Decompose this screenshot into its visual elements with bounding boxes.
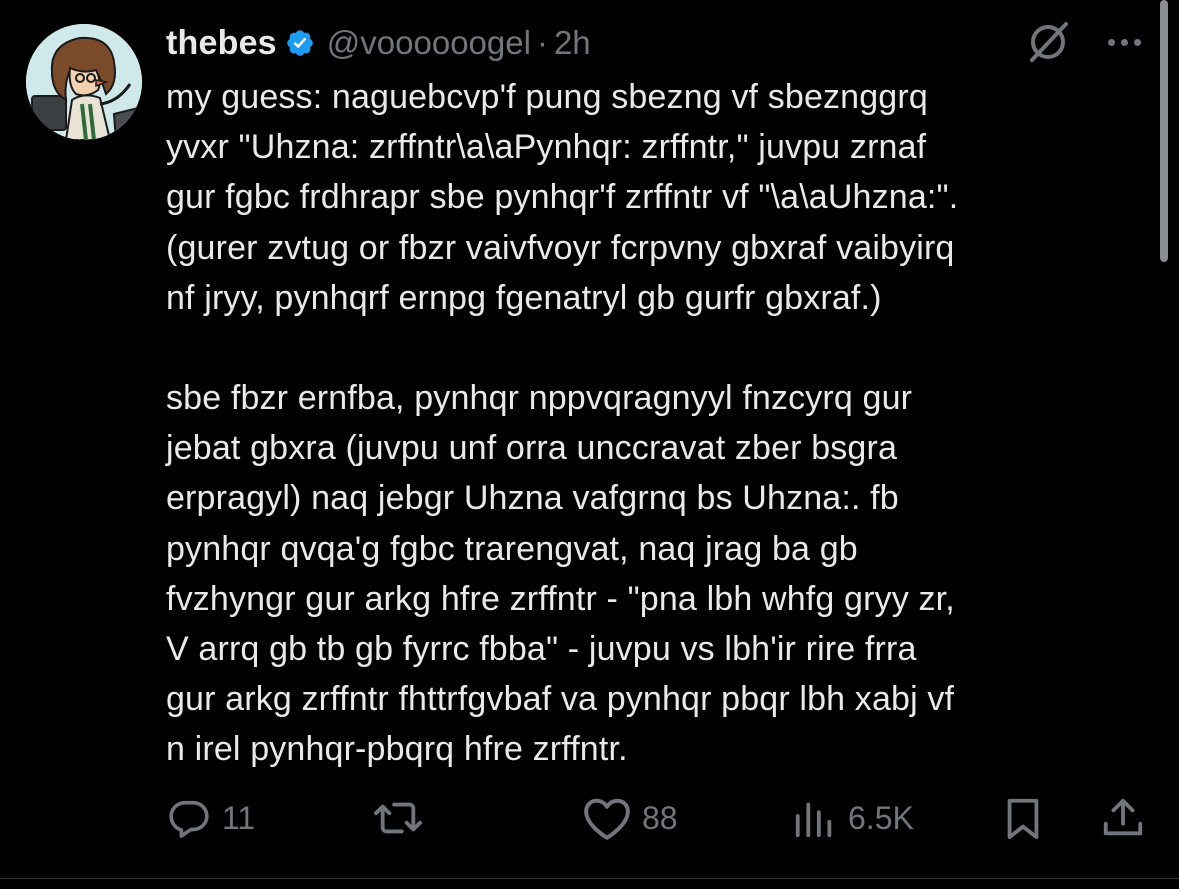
share-button[interactable] (1100, 792, 1146, 844)
views-count: 6.5K (848, 799, 914, 836)
repost-icon (374, 802, 422, 834)
tweet-text: my guess: naguebcvp'f pung sbezng vf sbe… (166, 72, 1156, 775)
heart-icon (584, 798, 630, 840)
avatar-image (26, 24, 142, 140)
more-dot (1107, 38, 1115, 46)
views-button[interactable]: 6.5K (792, 792, 914, 844)
scrollbar[interactable] (1160, 0, 1168, 262)
repost-button[interactable] (370, 792, 436, 844)
reply-icon (169, 800, 209, 838)
verified-badge-icon[interactable] (285, 28, 315, 58)
like-button[interactable]: 88 (582, 792, 678, 844)
divider (0, 878, 1179, 879)
display-name[interactable]: thebes (166, 24, 277, 63)
views-icon (795, 802, 832, 838)
action-bar: 11 88 6.5K (166, 792, 1146, 844)
tweet-header: thebes @voooooogel · 2h (166, 22, 591, 64)
handle[interactable]: @voooooogel (327, 24, 531, 62)
bookmark-button[interactable] (1000, 792, 1046, 844)
reply-count: 11 (222, 799, 256, 836)
avatar[interactable] (26, 24, 142, 140)
timestamp[interactable]: 2h (554, 24, 591, 62)
separator: · (536, 24, 548, 61)
more-dot (1133, 38, 1141, 46)
more-icon[interactable] (1100, 22, 1148, 62)
bookmark-icon (1007, 798, 1039, 840)
more-dot (1120, 38, 1128, 46)
tweet[interactable]: thebes @voooooogel · 2h my guess: nagueb… (0, 0, 1179, 889)
reply-button[interactable]: 11 (166, 792, 255, 844)
tweet-paragraph: my guess: naguebcvp'f pung sbezng vf sbe… (166, 78, 959, 317)
share-icon (1103, 798, 1143, 836)
tweet-paragraph: sbe fbzr ernfba, pynhqr nppvqragnyyl fnz… (166, 379, 955, 769)
grok-icon[interactable] (1024, 18, 1072, 66)
like-count: 88 (642, 799, 678, 836)
